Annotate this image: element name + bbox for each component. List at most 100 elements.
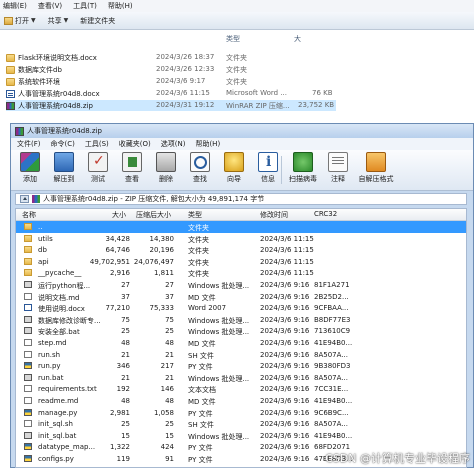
comment-button[interactable]: 注释 — [323, 152, 353, 184]
menu-options[interactable]: 选项(N) — [161, 139, 186, 149]
comment-label: 注释 — [331, 175, 345, 183]
window-title: 人事管理系统r04d8.zip — [27, 127, 102, 135]
test-button[interactable]: 测试 — [83, 152, 113, 184]
column-header-type[interactable]: 类型 — [226, 34, 240, 44]
cell-type: 文件夹 — [188, 235, 209, 244]
cell-name: __pycache__ — [38, 269, 82, 278]
test-label: 测试 — [91, 175, 105, 183]
cell-name: 使用说明.docx — [38, 305, 85, 314]
file-row-selected[interactable]: 人事管理系统r04d8.zip 2024/3/31 19:12 WinRAR Z… — [6, 100, 336, 111]
table-row[interactable]: readme.md 48 48 MD 文件 2024/3/6 9:16 41E94B0..… — [16, 395, 466, 407]
table-row[interactable]: 运行python程... 27 27 Windows 批处理... 2024/3/6 9… — [16, 279, 466, 291]
column-header-size[interactable]: 大小 — [112, 210, 126, 220]
cell-packed: 424 — [160, 443, 174, 452]
cell-size: 27 — [121, 281, 130, 289]
scan-virus-button[interactable]: 扫描病毒 — [285, 152, 321, 184]
column-header-size[interactable]: 大 — [294, 34, 301, 44]
cell-packed: 48 — [165, 339, 174, 347]
add-button[interactable]: 添加 — [15, 152, 45, 184]
table-row[interactable]: 使用说明.docx 77,210 75,333 Word 2007 2024/3/6 9… — [16, 302, 466, 314]
new-folder-button[interactable]: 新建文件夹 — [80, 16, 115, 26]
sfx-button[interactable]: 自解压格式 — [355, 152, 397, 184]
table-row[interactable]: init_sql.bat 15 15 Windows 批处理... 2024/3/6 9… — [16, 430, 466, 442]
table-row[interactable]: requirements.txt 192 146 文本文档 2024/3/6 9:16 7… — [16, 383, 466, 395]
column-header-packed[interactable]: 压缩后大小 — [136, 210, 171, 220]
cell-type: Word 2007 — [188, 304, 227, 313]
find-button[interactable]: 查找 — [185, 152, 215, 184]
table-row[interactable]: manage.py 2,981 1,058 PY 文件 2024/3/6 9:16 9C6… — [16, 407, 466, 419]
open-button[interactable]: 打开 ▼ — [4, 16, 36, 26]
file-name: 数据库文件db — [18, 65, 62, 74]
table-row[interactable]: 安装全部.bat 25 25 Windows 批处理... 2024/3/6 9:16 7… — [16, 325, 466, 337]
cell-packed: 75,333 — [149, 304, 175, 313]
toolbar-separator — [281, 156, 282, 184]
table-row[interactable]: init_sql.sh 25 25 SH 文件 2024/3/6 9:16 8A507A.… — [16, 418, 466, 430]
info-icon — [258, 152, 278, 172]
table-row[interactable]: db 64,746 20,196 文件夹 2024/3/6 11:15 — [16, 244, 466, 256]
column-header-name[interactable]: 名称 — [22, 210, 36, 220]
menu-commands[interactable]: 命令(C) — [51, 139, 75, 149]
share-label: 共享 — [47, 16, 62, 25]
info-button[interactable]: 信息 — [253, 152, 283, 184]
cell-modified: 2024/3/6 11:15 — [260, 257, 314, 266]
cell-type: Windows 批处理... — [188, 282, 250, 290]
extract-to-button[interactable]: 解压到 — [49, 152, 79, 184]
up-folder-icon[interactable] — [20, 195, 29, 203]
cell-name: init_sql.bat — [38, 431, 77, 440]
table-row-selected[interactable]: .. 文件夹 — [16, 221, 466, 233]
sfx-label: 自解压格式 — [358, 175, 394, 183]
cell-type: 文件夹 — [188, 224, 209, 232]
table-row[interactable]: api 49,702,951 24,076,497 文件夹 2024/3/6 11:15 — [16, 256, 466, 268]
view-button[interactable]: 查看 — [117, 152, 147, 184]
chevron-down-icon: ▼ — [63, 17, 69, 24]
file-type: 文件夹 — [226, 78, 247, 86]
menu-favorites[interactable]: 收藏夹(O) — [119, 139, 151, 149]
wizard-button[interactable]: 向导 — [219, 152, 249, 184]
table-row[interactable]: run.py 346 217 PY 文件 2024/3/6 9:16 9B380FD3 — [16, 360, 466, 372]
column-header-modified[interactable]: 修改时间 — [260, 210, 288, 220]
table-row[interactable]: run.sh 21 21 SH 文件 2024/3/6 9:16 8A507A... — [16, 349, 466, 361]
menu-help[interactable]: 帮助(H) — [108, 1, 133, 11]
file-row[interactable]: Flask环境说明文档.docx 2024/3/26 18:37 文件夹 — [6, 52, 336, 63]
file-row[interactable]: 数据库文件db 2024/3/26 12:33 文件夹 — [6, 64, 336, 75]
winrar-title-bar[interactable]: 人事管理系统r04d8.zip — [11, 124, 473, 138]
cell-name: run.bat — [38, 373, 64, 382]
file-date: 2024/3/26 12:33 — [156, 65, 215, 73]
cell-size: 2,916 — [109, 269, 130, 278]
cell-modified: 2024/3/6 9:16 — [260, 362, 310, 371]
watermark: CSDN @计算机专业毕设程序 — [325, 452, 470, 465]
column-header-crc[interactable]: CRC32 — [314, 210, 337, 218]
cell-size: 34,428 — [105, 234, 131, 243]
menu-edit[interactable]: 编辑(E) — [3, 1, 27, 11]
file-name: Flask环境说明文档.docx — [18, 53, 97, 62]
archive-path-bar: 人事管理系统r04d8.zip - ZIP 压缩文件, 解包大小为 49,891… — [15, 193, 467, 205]
table-row[interactable]: 数据库修改诊断专... 75 75 Windows 批处理... 2024/3/6 9:… — [16, 314, 466, 326]
file-row[interactable]: 人事管理系统r04d8.docx 2024/3/6 11:15 Microsof… — [6, 88, 336, 99]
share-button[interactable]: 共享 ▼ — [48, 16, 69, 26]
column-header-type[interactable]: 类型 — [188, 210, 202, 220]
wizard-label: 向导 — [227, 175, 241, 183]
delete-button[interactable]: 删除 — [151, 152, 181, 184]
cell-type: Windows 批处理... — [188, 316, 250, 325]
menu-file[interactable]: 文件(F) — [17, 139, 41, 149]
cell-size: 64,746 — [105, 246, 131, 255]
table-row[interactable]: step.md 48 48 MD 文件 2024/3/6 9:16 41E94B0... — [16, 337, 466, 349]
table-row[interactable]: __pycache__ 2,916 1,811 文件夹 2024/3/6 11:15 — [16, 267, 466, 279]
table-row[interactable]: 说明文档.md 37 37 MD 文件 2024/3/6 9:16 2B25D2... — [16, 291, 466, 303]
folder-icon — [24, 269, 32, 277]
table-row[interactable]: utils 34,428 14,380 文件夹 2024/3/6 11:15 — [16, 233, 466, 245]
file-row[interactable]: 系统软件环境 2024/3/6 9:17 文件夹 — [6, 76, 336, 87]
explorer-menubar: 编辑(E) 查看(V) 工具(T) 帮助(H) — [0, 0, 474, 12]
menu-help[interactable]: 帮助(H) — [195, 139, 220, 149]
menu-tools[interactable]: 工具(T) — [73, 1, 97, 11]
cell-name: run.sh — [38, 350, 61, 359]
cell-size: 119 — [116, 455, 130, 463]
menu-tools[interactable]: 工具(S) — [85, 139, 109, 149]
word-document-icon — [6, 89, 15, 98]
file-name: 人事管理系统r04d8.zip — [18, 101, 93, 110]
folder-icon — [24, 223, 32, 230]
view-book-icon — [122, 152, 142, 172]
menu-view[interactable]: 查看(V) — [38, 1, 62, 11]
cell-modified: 2024/3/6 9:16 — [260, 373, 310, 382]
table-row[interactable]: run.bat 21 21 Windows 批处理... 2024/3/6 9:16 8A… — [16, 372, 466, 384]
